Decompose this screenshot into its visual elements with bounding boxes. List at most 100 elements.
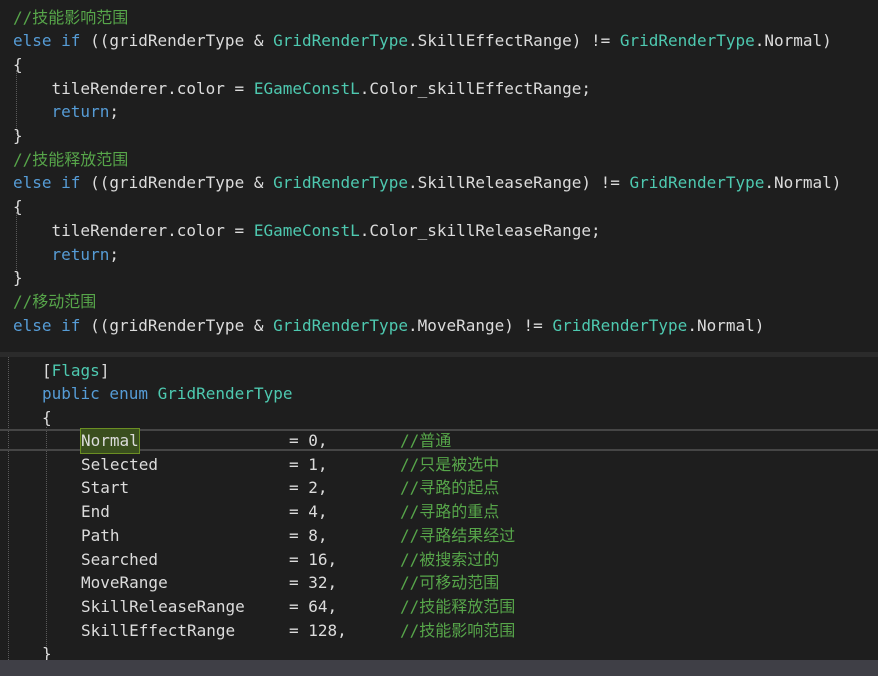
enum-member-row: Start = 2, //寻路的起点 xyxy=(0,476,878,500)
enum-member-comment: //被搜索过的 xyxy=(400,549,500,569)
code-line: else if ((gridRenderType & GridRenderTyp… xyxy=(13,314,764,338)
enum-member-comment: //只是被选中 xyxy=(400,454,500,474)
code-token: ((gridRenderType & xyxy=(80,315,274,335)
code-token: return xyxy=(51,244,110,264)
code-line: else if ((gridRenderType & GridRenderTyp… xyxy=(13,29,832,53)
enum-member-comment: //技能释放范围 xyxy=(400,596,516,616)
code-token: .MoveRange) != xyxy=(407,315,553,335)
code-token: EGameConstL xyxy=(253,220,360,240)
code-token: GridRenderType xyxy=(273,315,408,335)
code-token: ; xyxy=(109,244,119,264)
code-token: return xyxy=(51,102,110,122)
code-token: GridRenderType xyxy=(273,31,408,51)
attribute-token: ] xyxy=(99,361,110,380)
code-token: GridRenderType xyxy=(619,31,755,51)
code-token: tileRenderer.color = xyxy=(13,220,254,240)
code-token: .SkillEffectRange) != xyxy=(407,31,620,51)
code-pane-top[interactable]: //技能影响范围 else if ((gridRenderType & GridR… xyxy=(0,0,878,352)
enum-member-row: Normal = 0, //普通 xyxy=(0,428,878,454)
code-token: ((gridRenderType & xyxy=(80,173,274,193)
enum-member-name: Normal xyxy=(80,428,140,454)
code-line: { xyxy=(13,195,23,219)
code-line: tileRenderer.color = EGameConstL.Color_s… xyxy=(13,219,601,243)
enum-member-comment: //技能影响范围 xyxy=(400,620,516,640)
code-token: //移动范围 xyxy=(13,291,97,311)
enum-member-name: SkillEffectRange xyxy=(81,620,236,640)
enum-member-comment: //可移动范围 xyxy=(400,573,500,593)
enum-member-value: = 16, xyxy=(289,549,338,569)
enum-member-name: MoveRange xyxy=(81,573,168,593)
code-line: //移动范围 xyxy=(13,290,96,314)
attribute-line: [Flags] xyxy=(42,359,109,383)
enum-member-row: MoveRange = 32, //可移动范围 xyxy=(0,571,878,595)
code-line: { xyxy=(13,53,23,77)
code-token: .Normal) xyxy=(764,173,842,193)
code-token: tileRenderer.color = xyxy=(13,78,254,98)
code-token: else if xyxy=(13,31,81,51)
code-token: { xyxy=(13,197,23,217)
enum-member-row: SkillEffectRange = 128, //技能影响范围 xyxy=(0,619,878,643)
enum-member-row: Path = 8, //寻路结果经过 xyxy=(0,524,878,548)
declaration-token xyxy=(148,384,158,403)
enum-member-name: SkillReleaseRange xyxy=(81,596,245,616)
code-token: GridRenderType xyxy=(552,315,688,335)
enum-member-value: = 128, xyxy=(289,620,347,640)
code-token: .Normal) xyxy=(754,31,832,51)
horizontal-scrollbar[interactable] xyxy=(0,660,878,676)
enum-declaration: public enum GridRenderType xyxy=(42,382,292,406)
enum-member-row: SkillReleaseRange = 64, //技能释放范围 xyxy=(0,595,878,619)
enum-member-value: = 2, xyxy=(289,478,328,498)
code-token: .SkillReleaseRange) != xyxy=(407,173,630,193)
code-line: } xyxy=(13,266,23,290)
enum-member-value: = 0, xyxy=(289,431,328,450)
close-brace: } xyxy=(42,644,52,660)
enum-member-comment: //寻路结果经过 xyxy=(400,525,516,545)
code-token: .Color_skillReleaseRange; xyxy=(359,220,601,240)
code-token: GridRenderType xyxy=(629,173,765,193)
enum-member-value: = 64, xyxy=(289,596,338,616)
attribute-token: Flags xyxy=(51,361,100,380)
enum-member-value: = 1, xyxy=(289,454,328,474)
enum-member-comment: //普通 xyxy=(400,431,452,450)
enum-member-value: = 4, xyxy=(289,502,328,522)
enum-member-name: Selected xyxy=(81,454,159,474)
open-brace: { xyxy=(42,408,52,427)
code-line: //技能影响范围 xyxy=(13,6,128,30)
code-token: else if xyxy=(13,173,81,193)
enum-member-row: Selected = 1, //只是被选中 xyxy=(0,453,878,477)
code-pane-bottom[interactable]: [Flags] public enum GridRenderType { Nor… xyxy=(0,357,878,660)
code-line: //技能释放范围 xyxy=(13,148,128,172)
code-token: .Normal) xyxy=(687,315,765,335)
enum-member-row: End = 4, //寻路的重点 xyxy=(0,500,878,524)
code-token: ; xyxy=(109,102,119,122)
enum-member-comment: //寻路的起点 xyxy=(400,478,500,498)
code-line: else if ((gridRenderType & GridRenderTyp… xyxy=(13,171,841,195)
enum-member-comment: //寻路的重点 xyxy=(400,502,500,522)
declaration-token: public enum xyxy=(42,384,148,403)
code-line: return; xyxy=(13,243,119,267)
code-token: { xyxy=(13,54,23,74)
enum-member-row: Searched = 16, //被搜索过的 xyxy=(0,548,878,572)
code-token: //技能影响范围 xyxy=(13,7,129,27)
enum-member-name: Path xyxy=(81,525,120,545)
code-token: //技能释放范围 xyxy=(13,149,129,169)
enum-member-value: = 32, xyxy=(289,573,338,593)
code-token: EGameConstL xyxy=(253,78,360,98)
enum-member-name: Searched xyxy=(81,549,159,569)
enum-member-name: End xyxy=(81,502,110,522)
code-line: tileRenderer.color = EGameConstL.Color_s… xyxy=(13,77,591,101)
enum-member-name: Start xyxy=(81,478,130,498)
code-line: } xyxy=(13,124,23,148)
code-token: } xyxy=(13,126,23,145)
code-token: } xyxy=(13,268,23,288)
code-token: .Color_skillEffectRange; xyxy=(359,78,591,98)
code-token: GridRenderType xyxy=(273,173,408,193)
enum-member-value: = 8, xyxy=(289,525,328,545)
attribute-token: [ xyxy=(42,361,52,380)
code-line: return; xyxy=(13,100,119,124)
declaration-token: GridRenderType xyxy=(157,384,293,403)
code-token: else if xyxy=(13,315,81,335)
code-token: ((gridRenderType & xyxy=(80,31,274,51)
